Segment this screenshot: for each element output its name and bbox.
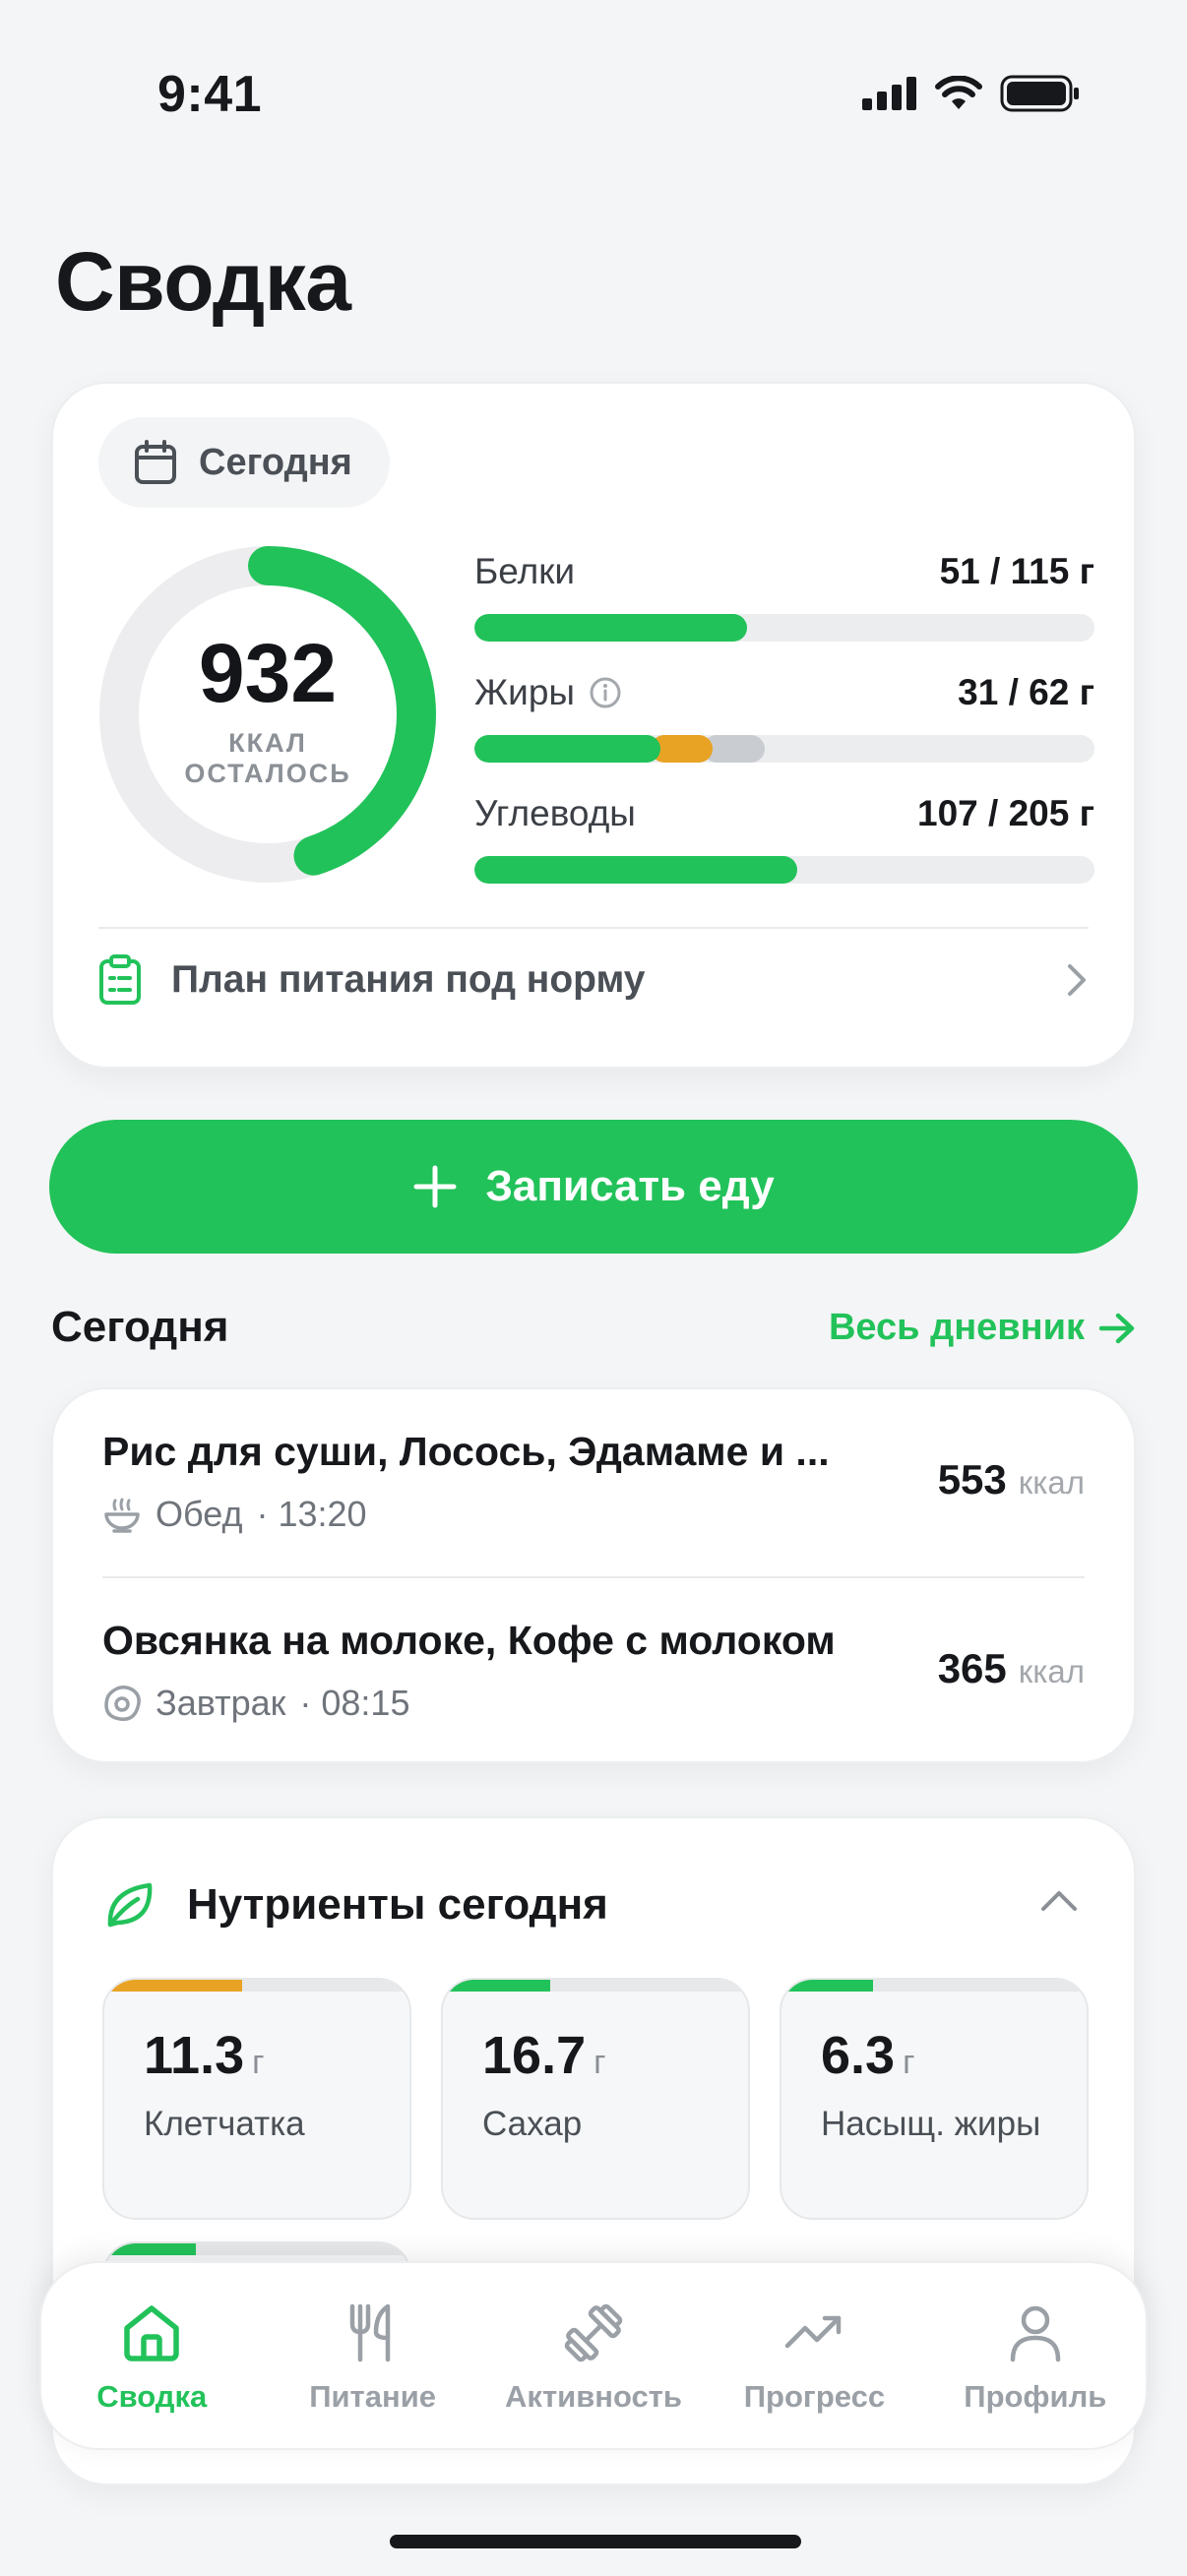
nutrient-fill <box>781 1980 873 1992</box>
macro-value: 51 / 115 г <box>939 551 1094 591</box>
full-diary-link[interactable]: Весь дневник <box>829 1307 1136 1349</box>
meal-time: · 08:15 <box>299 1683 410 1723</box>
meal-meta: Обед · 13:20 <box>102 1494 367 1535</box>
meal-time: · 13:20 <box>256 1494 367 1534</box>
macro-progress-bar <box>474 856 1094 884</box>
chevron-up-icon[interactable] <box>1039 1887 1079 1913</box>
tab-nutrition[interactable]: Питание <box>262 2263 482 2448</box>
meal-kcal-unit: ккал <box>1018 1653 1085 1689</box>
clipboard-list-icon <box>99 954 141 1005</box>
chevron-right-icon <box>1068 964 1086 996</box>
battery-icon <box>1000 75 1079 112</box>
status-time: 9:41 <box>157 66 263 123</box>
leaf-icon <box>107 1882 153 1928</box>
person-icon <box>1010 2305 1061 2362</box>
tab-label: Прогресс <box>743 2379 886 2414</box>
tab-summary[interactable]: Сводка <box>41 2263 262 2448</box>
calendar-icon <box>135 440 176 484</box>
macro-bar-segment <box>474 614 748 642</box>
nutrient-value: 6.3 <box>821 2026 896 2085</box>
calories-left-unit: ККАЛ ОСТАЛОСЬ <box>184 727 351 788</box>
meal-item[interactable]: Овсянка на молоке, Кофе с молоком Завтра… <box>102 1578 1085 1765</box>
page-title: Сводка <box>55 235 351 328</box>
calorie-ring: 932 ККАЛ ОСТАЛОСЬ <box>98 545 437 884</box>
macro-name: Углеводы <box>474 793 636 833</box>
date-chip-label: Сегодня <box>199 441 352 483</box>
nutrient-value: 11.3 <box>144 2026 245 2085</box>
macro-value: 31 / 62 г <box>958 672 1094 712</box>
nutrient-label: Клетчатка <box>144 2105 305 2143</box>
tab-bar: Сводка Питание Активность Прогресс Профи… <box>39 2261 1148 2450</box>
meal-item[interactable]: Рис для суши, Лосось, Эдамаме и ... Обед… <box>102 1389 1085 1576</box>
meal-meta: Завтрак · 08:15 <box>102 1683 409 1724</box>
plus-icon <box>413 1165 457 1208</box>
tab-profile[interactable]: Профиль <box>925 2263 1146 2448</box>
summary-card: Сегодня 932 ККАЛ ОСТАЛОСЬ Белки 51 / 115… <box>51 382 1136 1069</box>
tab-label: Активность <box>505 2379 682 2414</box>
meals-card: Рис для суши, Лосось, Эдамаме и ... Обед… <box>51 1387 1136 1763</box>
tab-progress[interactable]: Прогресс <box>704 2263 924 2448</box>
nutrient-tile-saturated-fat[interactable]: 6.3 г Насыщ. жиры <box>780 1978 1089 2220</box>
meal-plan-link[interactable]: План питания под норму <box>98 929 1089 1031</box>
meal-type: Завтрак <box>156 1683 286 1723</box>
home-indicator <box>390 2535 801 2548</box>
macro-bar-segment <box>474 735 660 763</box>
log-food-label: Записать еду <box>485 1162 775 1210</box>
tab-label: Профиль <box>964 2379 1107 2414</box>
tab-label: Сводка <box>96 2379 208 2414</box>
status-bar: 9:41 <box>0 0 1187 187</box>
nutrient-unit: г <box>594 2044 606 2081</box>
log-food-button[interactable]: Записать еду <box>49 1120 1138 1254</box>
full-diary-label: Весь дневник <box>828 1307 1085 1348</box>
macro-fat: Жиры 31 / 62 г <box>474 670 1094 791</box>
nutrient-tile-sugar[interactable]: 16.7 г Сахар <box>441 1978 750 2220</box>
nutrient-value: 16.7 <box>482 2026 587 2085</box>
meal-title: Рис для суши, Лосось, Эдамаме и ... <box>102 1429 830 1474</box>
tab-activity[interactable]: Активность <box>483 2263 704 2448</box>
meal-calories: 553 ккал <box>938 1456 1085 1503</box>
macros-list: Белки 51 / 115 г Жиры 31 / 62 г Углеводы… <box>474 549 1094 912</box>
today-section-title: Сегодня <box>51 1303 229 1351</box>
nutrient-tile-fiber[interactable]: 11.3 г Клетчатка <box>102 1978 411 2220</box>
trend-icon <box>785 2315 842 2349</box>
meal-calories: 365 ккал <box>938 1645 1085 1692</box>
wifi-icon <box>935 76 982 109</box>
status-icons <box>862 75 1081 112</box>
info-icon[interactable] <box>589 676 622 709</box>
meal-kcal-value: 365 <box>937 1645 1007 1691</box>
nutrient-fill <box>104 1980 242 1992</box>
macro-progress-bar <box>474 735 1094 763</box>
nutrient-unit: г <box>252 2044 265 2081</box>
macro-name: Жиры <box>474 672 576 712</box>
nutrients-header[interactable]: Нутриенты сегодня <box>102 1877 608 1932</box>
bowl-icon <box>104 1498 140 1533</box>
nutrient-label: Сахар <box>482 2105 583 2143</box>
fried-egg-icon <box>104 1686 141 1721</box>
arrow-right-icon <box>1098 1313 1135 1343</box>
nutrients-title: Нутриенты сегодня <box>187 1880 608 1929</box>
cellular-signal-icon <box>862 77 916 110</box>
tab-label: Питание <box>309 2379 436 2414</box>
meal-kcal-unit: ккал <box>1018 1464 1085 1501</box>
meal-kcal-value: 553 <box>937 1456 1007 1503</box>
nutrient-fill <box>443 1980 550 1992</box>
macro-bar-segment <box>474 856 797 884</box>
home-icon <box>124 2305 179 2361</box>
dumbbell-icon <box>564 2303 623 2362</box>
meal-type: Обед <box>156 1494 243 1534</box>
date-chip[interactable]: Сегодня <box>98 417 390 508</box>
macro-name: Белки <box>474 551 576 591</box>
nutrient-label: Насыщ. жиры <box>821 2105 1041 2143</box>
calories-left-value: 932 <box>198 626 338 719</box>
meal-title: Овсянка на молоке, Кофе с молоком <box>102 1618 836 1663</box>
macro-progress-bar <box>474 614 1094 642</box>
meal-plan-label: План питания под норму <box>171 958 646 1001</box>
macro-carbs: Углеводы 107 / 205 г <box>474 791 1094 912</box>
macro-name-wrap: Жиры <box>474 672 622 713</box>
utensils-icon <box>349 2303 390 2362</box>
macro-value: 107 / 205 г <box>917 793 1094 833</box>
macro-protein: Белки 51 / 115 г <box>474 549 1094 670</box>
nutrient-unit: г <box>903 2044 915 2081</box>
